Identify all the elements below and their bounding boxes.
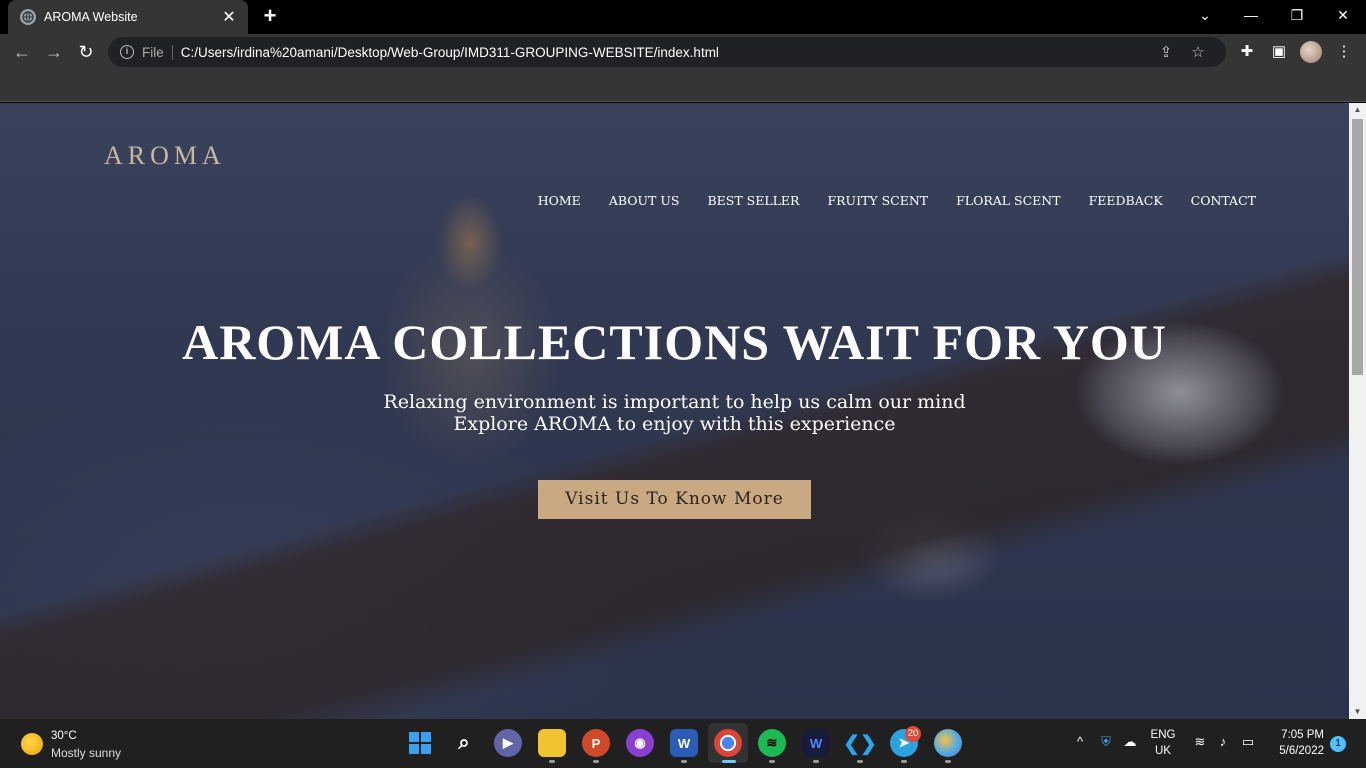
menu-kebab-icon[interactable]: ⋮ [1333, 41, 1355, 63]
windows-taskbar: 30°C Mostly sunny ⌕ ▶ P ◉ W ≋ W ❮❯ ➤ 20 … [0, 719, 1366, 768]
nav-about-us[interactable]: ABOUT US [609, 193, 680, 208]
restore-button[interactable]: ❐ [1274, 0, 1320, 32]
share-icon[interactable]: ⇪ [1150, 43, 1182, 61]
nav-home[interactable]: HOME [538, 193, 581, 208]
file-scheme-label: File [142, 44, 173, 60]
extensions-puzzle-icon[interactable]: ✚ [1236, 41, 1258, 63]
paint-icon[interactable] [934, 729, 962, 757]
start-windows-icon[interactable] [406, 729, 434, 757]
clock-date[interactable]: 5/6/2022 [1270, 745, 1324, 757]
chrome-icon[interactable] [714, 729, 742, 757]
spotify-icon[interactable]: ≋ [758, 729, 786, 757]
notification-badge[interactable]: 1 [1330, 736, 1346, 752]
keyboard-layout[interactable]: UK [1148, 745, 1178, 757]
nav-floral-scent[interactable]: FLORAL SCENT [956, 193, 1060, 208]
running-indicator [722, 760, 736, 763]
close-window-button[interactable]: ✕ [1320, 0, 1366, 32]
tab-title: AROMA Website [44, 10, 138, 24]
volume-icon[interactable]: ♪ [1214, 734, 1232, 749]
nav-feedback[interactable]: FEEDBACK [1089, 193, 1163, 208]
running-indicator [769, 760, 775, 763]
side-panel-icon[interactable]: ▣ [1268, 41, 1290, 63]
info-icon[interactable]: i [120, 45, 134, 59]
minimize-button[interactable]: — [1228, 0, 1274, 32]
browser-tab[interactable]: AROMA Website ✕ [8, 0, 248, 34]
bookmark-star-icon[interactable]: ☆ [1182, 43, 1214, 61]
tab-search-icon[interactable]: ⌄ [1182, 0, 1228, 32]
scroll-thumb[interactable] [1352, 119, 1363, 375]
hero-section: AROMA HOME ABOUT US BEST SELLER FRUITY S… [0, 103, 1349, 719]
forward-arrow-icon[interactable]: → [41, 39, 67, 65]
site-logo[interactable]: AROMA [104, 141, 226, 171]
webex-icon[interactable]: W [802, 729, 830, 757]
url-text[interactable]: C:/Users/irdina%20amani/Desktop/Web-Grou… [181, 45, 1150, 60]
weather-temperature[interactable]: 30°C [51, 730, 77, 742]
hero-subtitle: Relaxing environment is important to hel… [0, 391, 1349, 435]
battery-icon[interactable]: ▭ [1239, 734, 1257, 750]
clock-time[interactable]: 7:05 PM [1270, 729, 1324, 741]
running-indicator [857, 760, 863, 763]
main-nav: HOME ABOUT US BEST SELLER FRUITY SCENT F… [510, 193, 1256, 208]
weather-sun-icon[interactable] [21, 733, 43, 755]
running-indicator [945, 760, 951, 763]
nav-fruity-scent[interactable]: FRUITY SCENT [827, 193, 928, 208]
running-indicator [901, 760, 907, 763]
globe-icon [20, 9, 36, 25]
running-indicator [593, 760, 599, 763]
weather-description[interactable]: Mostly sunny [51, 746, 121, 760]
address-bar[interactable]: i File C:/Users/irdina%20amani/Desktop/W… [108, 37, 1226, 67]
new-tab-button[interactable]: + [258, 4, 282, 28]
running-indicator [549, 760, 555, 763]
github-desktop-icon[interactable]: ◉ [626, 729, 654, 757]
browser-toolbar: ← → ↻ i File C:/Users/irdina%20amani/Des… [0, 34, 1366, 70]
tab-strip: AROMA Website ✕ + ⌄ — ❐ ✕ [0, 0, 1366, 34]
nav-best-seller[interactable]: BEST SELLER [707, 193, 799, 208]
onedrive-cloud-icon[interactable]: ☁ [1121, 734, 1139, 750]
page-scrollbar[interactable]: ▲ ▼ [1349, 103, 1366, 719]
profile-avatar[interactable] [1300, 41, 1322, 63]
reload-icon[interactable]: ↻ [73, 39, 99, 65]
back-arrow-icon[interactable]: ← [9, 39, 35, 65]
hero-subtitle-line-2: Explore AROMA to enjoy with this experie… [453, 413, 896, 435]
powerpoint-icon[interactable]: P [582, 729, 610, 757]
nav-contact[interactable]: CONTACT [1191, 193, 1256, 208]
wifi-icon[interactable]: ≋ [1191, 734, 1209, 750]
teams-chat-icon[interactable]: ▶ [494, 729, 522, 757]
scroll-down-icon[interactable]: ▼ [1349, 705, 1366, 719]
chevron-up-icon[interactable]: ^ [1071, 734, 1089, 749]
vscode-icon[interactable]: ❮❯ [843, 729, 877, 757]
running-indicator [813, 760, 819, 763]
telegram-badge: 20 [905, 726, 921, 742]
bookmark-bar [0, 70, 1366, 102]
word-icon[interactable]: W [670, 729, 698, 757]
language-code[interactable]: ENG [1148, 729, 1178, 741]
running-indicator [681, 760, 687, 763]
file-explorer-icon[interactable] [538, 729, 566, 757]
close-tab-icon[interactable]: ✕ [220, 7, 238, 27]
defender-shield-icon[interactable]: ⛨ [1097, 734, 1115, 750]
visit-us-button[interactable]: Visit Us To Know More [538, 480, 811, 519]
hero-subtitle-line-1: Relaxing environment is important to hel… [383, 391, 966, 413]
search-icon[interactable]: ⌕ [450, 729, 478, 757]
scroll-up-icon[interactable]: ▲ [1349, 103, 1366, 117]
hero-title: AROMA COLLECTIONS WAIT FOR YOU [182, 314, 1167, 370]
